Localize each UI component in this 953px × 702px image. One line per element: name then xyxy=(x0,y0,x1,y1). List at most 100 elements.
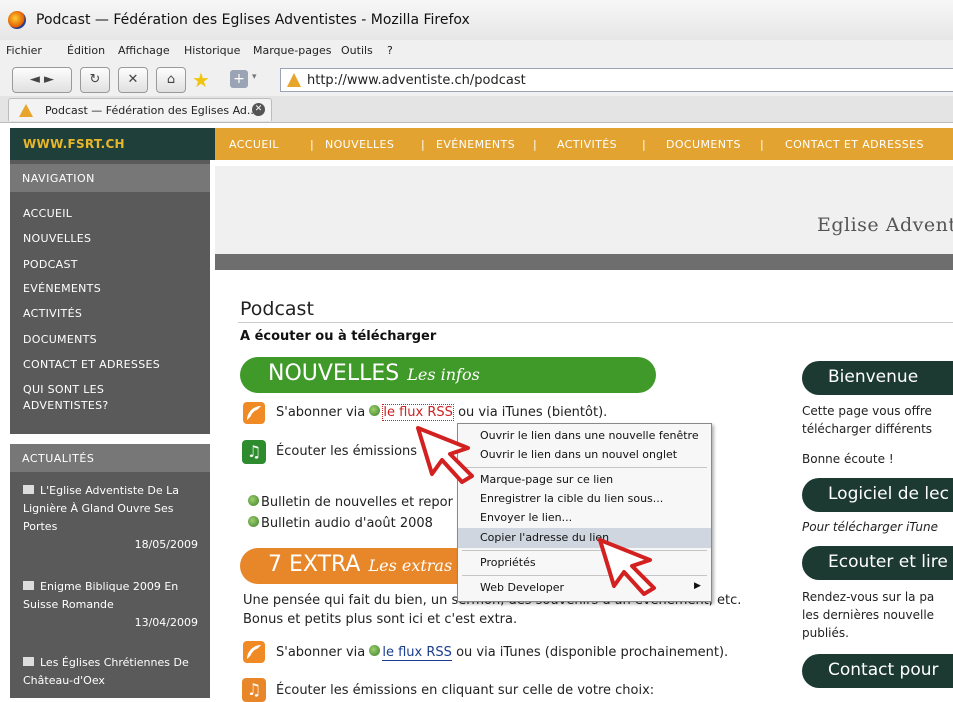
sidebar-item-qui-sont[interactable]: QUI SONT LES ADVENTISTES? xyxy=(23,382,143,414)
pointer-arrow-icon xyxy=(598,538,656,596)
extra-description: Bonus et petits plus sont ici et c'est e… xyxy=(243,612,518,627)
site-favicon-icon xyxy=(287,73,301,87)
menubar: Fichier Édition Affichage Historique Mar… xyxy=(0,40,953,62)
nouvelles-title: NOUVELLES xyxy=(268,361,400,386)
topnav-separator: | xyxy=(760,138,765,151)
sidebar-news-header: ACTUALITÉS xyxy=(10,444,210,472)
news-item[interactable]: L'Eglise Adventiste De La Lignière À Gla… xyxy=(23,482,198,554)
menu-bookmark-link[interactable]: Marque-page sur ce lien xyxy=(458,470,711,490)
addon-icon[interactable]: + xyxy=(230,70,248,88)
site-topnav: ACCUEIL | NOUVELLES | EVÉNEMENTS | ACTIV… xyxy=(215,128,953,160)
nouvelles-banner: NOUVELLES Les infos xyxy=(240,357,656,393)
menu-separator xyxy=(462,467,707,468)
listen-read-text: publiés. xyxy=(802,626,849,640)
site-logo[interactable]: WWW.FSRT.CH xyxy=(23,137,125,151)
menu-affichage[interactable]: Affichage xyxy=(118,44,170,57)
site-banner: Eglise Advent xyxy=(215,166,953,254)
window-title: Podcast — Fédération des Eglises Adventi… xyxy=(36,12,470,28)
menu-open-new-window[interactable]: Ouvrir le lien dans une nouvelle fenêtre xyxy=(458,426,711,446)
tab-bar: Podcast — Fédération des Eglises Ad... ✕ xyxy=(0,96,953,123)
extra-subtitle: Les extras xyxy=(368,556,453,575)
pointer-arrow-icon xyxy=(416,426,474,484)
listen-read-text: les dernières nouvelle xyxy=(802,608,935,622)
sidebar-item-activites[interactable]: ACTIVITÉS xyxy=(23,306,82,322)
firefox-icon xyxy=(8,11,26,29)
site-logo-bar: WWW.FSRT.CH xyxy=(10,128,215,160)
sidebar-item-contact[interactable]: CONTACT ET ADRESSES xyxy=(23,357,160,373)
topnav-separator: | xyxy=(642,138,647,151)
menu-properties[interactable]: Propriétés xyxy=(458,553,711,573)
globe-icon xyxy=(248,495,259,506)
news-item[interactable]: Les Églises Chrétiennes De Château-d'Oex xyxy=(23,654,198,690)
welcome-text: télécharger différents xyxy=(802,422,933,436)
url-bar[interactable]: http://www.adventiste.ch/podcast xyxy=(280,68,953,92)
menu-edition[interactable]: Édition xyxy=(67,44,105,57)
chevron-down-icon[interactable]: ▾ xyxy=(252,72,257,82)
menu-web-developer[interactable]: Web Developer ▶ xyxy=(458,578,711,598)
bulletin-link[interactable]: Bulletin de nouvelles et repor xyxy=(248,495,453,510)
sidebar-item-documents[interactable]: DOCUMENTS xyxy=(23,332,97,348)
sidebar-item-accueil[interactable]: ACCUEIL xyxy=(23,206,72,222)
menu-separator xyxy=(462,575,707,576)
bulletin-link[interactable]: Bulletin audio d'août 2008 xyxy=(248,516,433,531)
topnav-activites[interactable]: ACTIVITÉS xyxy=(557,138,617,151)
menu-open-new-tab[interactable]: Ouvrir le lien dans un nouvel onglet xyxy=(458,445,711,465)
tab-favicon-icon xyxy=(19,104,33,117)
sidebar-item-podcast[interactable]: PODCAST xyxy=(23,257,78,273)
listen-text: Écouter les émissions xyxy=(276,444,418,459)
topnav-contact[interactable]: CONTACT ET ADRESSES xyxy=(785,138,924,151)
tab-podcast[interactable]: Podcast — Fédération des Eglises Ad... ✕ xyxy=(8,98,272,121)
menu-marque-pages[interactable]: Marque-pages xyxy=(253,44,331,57)
menu-outils[interactable]: Outils xyxy=(341,44,373,57)
calendar-icon xyxy=(23,581,34,590)
title-divider xyxy=(238,322,953,323)
tab-label: Podcast — Fédération des Eglises Ad... xyxy=(45,104,258,117)
url-text: http://www.adventiste.ch/podcast xyxy=(307,73,526,88)
back-forward-button[interactable]: ◄ ► xyxy=(12,67,72,93)
rss-icon[interactable] xyxy=(243,402,265,424)
sidebar: NAVIGATION ACCUEIL NOUVELLES PODCAST EVÉ… xyxy=(10,160,210,698)
bookmark-star-icon[interactable]: ★ xyxy=(192,68,210,92)
listen-read-text: Rendez-vous sur la pa xyxy=(802,590,935,604)
nouvelles-subtitle: Les infos xyxy=(407,365,480,384)
menu-save-link-as[interactable]: Enregistrer la cible du lien sous... xyxy=(458,489,711,509)
menu-historique[interactable]: Historique xyxy=(184,44,240,57)
topnav-accueil[interactable]: ACCUEIL xyxy=(229,138,279,151)
topnav-documents[interactable]: DOCUMENTS xyxy=(666,138,741,151)
topnav-separator: | xyxy=(310,138,315,151)
rss-icon[interactable] xyxy=(243,641,265,663)
sidebar-item-nouvelles[interactable]: NOUVELLES xyxy=(23,231,91,247)
sidebar-item-evenements[interactable]: EVÉNEMENTS xyxy=(23,281,101,297)
contact-heading: Contact pour xyxy=(802,654,953,688)
home-icon[interactable]: ⌂ xyxy=(156,67,186,93)
topnav-nouvelles[interactable]: NOUVELLES xyxy=(325,138,394,151)
page-title: Podcast xyxy=(240,298,314,320)
menu-copy-link-address[interactable]: Copier l'adresse du lien xyxy=(458,528,711,548)
topnav-separator: | xyxy=(533,138,538,151)
banner-bar xyxy=(215,254,953,270)
calendar-icon xyxy=(23,657,34,666)
welcome-heading: Bienvenue xyxy=(802,361,953,395)
menu-send-link[interactable]: Envoyer le lien... xyxy=(458,508,711,528)
reload-icon[interactable]: ↻ xyxy=(80,67,110,93)
rss-link[interactable]: le flux RSS xyxy=(382,645,452,661)
subscribe-rss-line: S'abonner via le flux RSS ou via iTunes … xyxy=(276,404,608,421)
listen-text: Écouter les émissions en cliquant sur ce… xyxy=(276,683,655,698)
stop-icon[interactable]: ✕ xyxy=(118,67,148,93)
menu-help[interactable]: ? xyxy=(387,44,393,57)
globe-icon xyxy=(248,516,259,527)
headphones-icon: ♫ xyxy=(242,440,266,464)
topnav-evenements[interactable]: EVÉNEMENTS xyxy=(436,138,515,151)
close-tab-icon[interactable]: ✕ xyxy=(252,103,265,116)
menu-separator xyxy=(462,550,707,551)
page-subtitle: A écouter ou à télécharger xyxy=(240,329,437,344)
calendar-icon xyxy=(23,485,34,494)
context-menu: Ouvrir le lien dans une nouvelle fenêtre… xyxy=(457,423,712,602)
news-item[interactable]: Enigme Biblique 2009 En Suisse Romande 1… xyxy=(23,578,198,632)
rss-link[interactable]: le flux RSS xyxy=(382,404,454,421)
software-heading: Logiciel de lec xyxy=(802,478,953,512)
sidebar-divider xyxy=(10,434,210,444)
menu-fichier[interactable]: Fichier xyxy=(6,44,42,57)
topnav-separator: | xyxy=(421,138,426,151)
software-text: Pour télécharger iTune xyxy=(802,520,939,534)
